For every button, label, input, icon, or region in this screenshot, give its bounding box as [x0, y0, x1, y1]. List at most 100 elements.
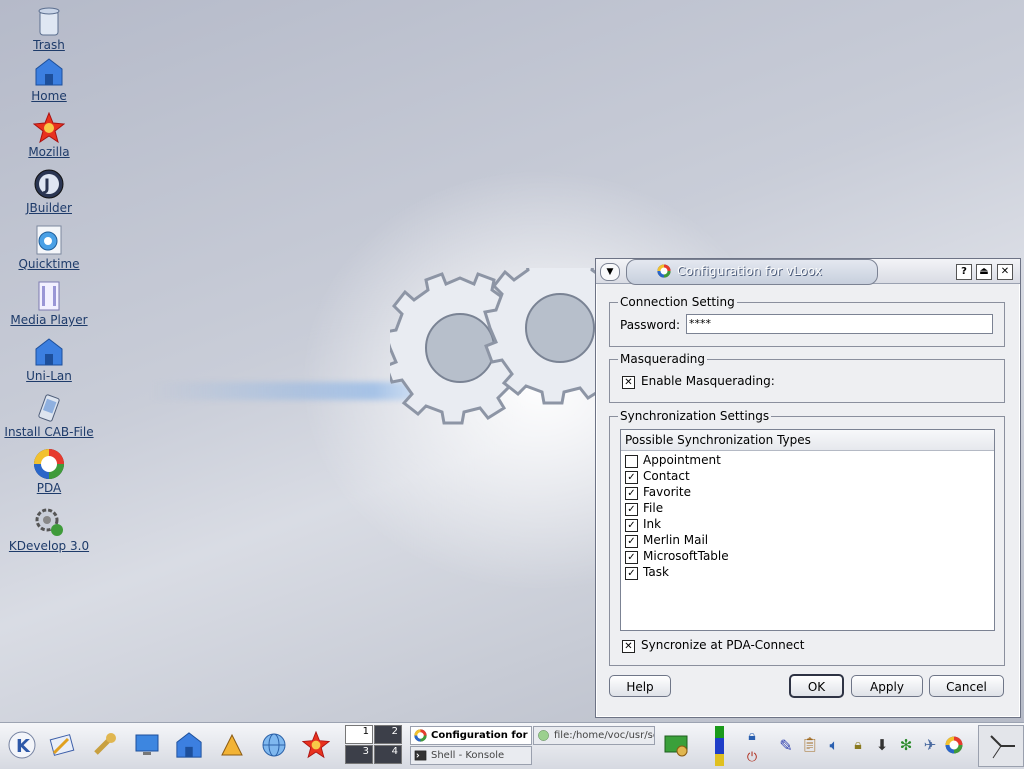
- launcher-browser[interactable]: [258, 729, 290, 761]
- download-icon: ⬇: [875, 736, 889, 754]
- enable-masquerading-checkbox[interactable]: ✕: [622, 376, 635, 389]
- desktop-icon-uni-lan[interactable]: Uni-Lan: [4, 335, 94, 383]
- wrench-icon: [94, 733, 116, 755]
- home-icon: [32, 55, 66, 89]
- sync-type-label: Merlin Mail: [643, 533, 709, 547]
- desktop-pager: 1 2 3 4: [345, 725, 403, 766]
- sync-type-checkbox[interactable]: ✓: [625, 535, 638, 548]
- connection-legend: Connection Setting: [618, 295, 737, 309]
- help-button[interactable]: Help: [609, 675, 671, 697]
- sync-type-checkbox[interactable]: ✓: [625, 503, 638, 516]
- pager-desktop-1[interactable]: 1: [345, 725, 373, 744]
- close-icon: ✕: [1000, 266, 1010, 277]
- sync-type-checkbox[interactable]: ✓: [625, 471, 638, 484]
- ok-button[interactable]: OK: [789, 674, 844, 698]
- install-cab-icon: [32, 391, 66, 425]
- globe-icon: [538, 730, 549, 741]
- launcher-office[interactable]: [216, 729, 248, 761]
- launcher-display[interactable]: [131, 729, 163, 761]
- password-label: Password:: [620, 318, 681, 332]
- desktop-icon-pda[interactable]: PDA: [4, 447, 94, 495]
- sync-on-connect-checkbox[interactable]: ✕: [622, 640, 635, 653]
- help-title-button[interactable]: ?: [956, 264, 972, 280]
- analog-clock[interactable]: [978, 725, 1024, 767]
- tray-download[interactable]: ⬇: [872, 735, 892, 755]
- window-menu-button[interactable]: ▼: [600, 263, 620, 281]
- editor-icon: [49, 734, 75, 756]
- sync-type-checkbox[interactable]: ✓: [625, 551, 638, 564]
- eject-icon: ⏏: [979, 266, 989, 277]
- desktop-icon-quicktime[interactable]: Quicktime: [4, 223, 94, 271]
- desktop-icon-kdevelop[interactable]: KDevelop 3.0: [4, 505, 94, 553]
- launcher-control-center[interactable]: [88, 729, 120, 761]
- tray-satellite[interactable]: ✈: [920, 735, 940, 755]
- cancel-button[interactable]: Cancel: [929, 675, 1004, 697]
- wallpaper-gears: [390, 268, 600, 425]
- tray-vloox[interactable]: [944, 735, 964, 755]
- pen-icon: ✎: [779, 735, 793, 755]
- k-menu-button[interactable]: K: [6, 729, 38, 761]
- kdevelop-icon: [32, 505, 66, 539]
- clock-icon: [990, 735, 1015, 759]
- tray-volume[interactable]: 🔈︎: [824, 735, 844, 755]
- launcher-home[interactable]: [173, 729, 205, 761]
- system-monitor-bar[interactable]: [715, 726, 724, 766]
- sync-types-list[interactable]: Possible Synchronization Types Appointme…: [620, 429, 995, 631]
- dialog-titlebar[interactable]: ▼ Configuration for vLoox ? ⏏ ✕: [596, 259, 1020, 285]
- office-icon: [221, 733, 243, 756]
- home-icon: [176, 732, 202, 758]
- sync-type-checkbox[interactable]: [625, 455, 638, 468]
- chevron-down-icon: ▼: [606, 267, 614, 277]
- pager-desktop-2[interactable]: 2: [374, 725, 402, 744]
- shade-button[interactable]: ⏏: [976, 264, 992, 280]
- desktop-icon-jbuilder[interactable]: J JBuilder: [4, 167, 94, 215]
- launcher-mozilla[interactable]: [300, 729, 332, 761]
- mozilla-icon: [32, 111, 66, 145]
- apply-button[interactable]: Apply: [851, 675, 923, 697]
- desktop-icon-trash[interactable]: Trash: [4, 4, 94, 52]
- desktop-icon-install-cab[interactable]: Install CAB-File: [4, 391, 94, 439]
- list-header[interactable]: Possible Synchronization Types: [621, 430, 994, 451]
- desktop-icon-label: Uni-Lan: [26, 369, 72, 383]
- lock-icon: 🔒︎: [748, 728, 756, 744]
- sync-type-label: MicrosoftTable: [643, 549, 729, 563]
- clipboard-icon: 📋︎: [801, 737, 819, 753]
- enable-masquerading-label: Enable Masquerading:: [641, 374, 775, 388]
- pager-desktop-4[interactable]: 4: [374, 745, 402, 764]
- network-icon: ✻: [899, 736, 913, 754]
- desktop-icon-home[interactable]: Home: [4, 55, 94, 103]
- pda-icon: [32, 447, 66, 481]
- desktop-icon-media-player[interactable]: Media Player: [4, 279, 94, 327]
- sync-legend: Synchronization Settings: [618, 409, 772, 423]
- sync-type-checkbox[interactable]: ✓: [625, 487, 638, 500]
- close-button[interactable]: ✕: [997, 264, 1013, 280]
- task-config-dialog[interactable]: Configuration for vLoox: [410, 726, 532, 745]
- k-menu-icon: K: [8, 731, 36, 759]
- tray-pen[interactable]: ✎: [776, 735, 796, 755]
- password-field[interactable]: ****: [686, 314, 993, 334]
- svg-text:J: J: [43, 175, 50, 194]
- launcher-editor[interactable]: [46, 729, 78, 761]
- trash-icon: [32, 4, 66, 38]
- desktop-icon-label: KDevelop 3.0: [8, 539, 90, 553]
- task-label: file:/home/voc/usr/sc: [554, 730, 655, 741]
- task-konsole[interactable]: Shell - Konsole: [410, 746, 532, 765]
- desktop-icon-label: PDA: [36, 481, 62, 495]
- sync-type-label: Appointment: [643, 453, 721, 467]
- desktop-preview-button[interactable]: [660, 729, 692, 761]
- task-label: Shell - Konsole: [431, 750, 505, 761]
- desktop-icon-label: Install CAB-File: [4, 425, 94, 439]
- sync-type-checkbox[interactable]: ✓: [625, 519, 638, 532]
- tray-network[interactable]: ✻: [896, 735, 916, 755]
- desktop-icon-label: Mozilla: [28, 145, 70, 159]
- power-icon: ⏻: [746, 749, 758, 765]
- tray-security[interactable]: 🔒︎: [848, 735, 868, 755]
- svg-text:K: K: [16, 736, 31, 757]
- tray-klipper[interactable]: 📋︎: [800, 735, 820, 755]
- sync-type-checkbox[interactable]: ✓: [625, 567, 638, 580]
- tray-lock[interactable]: 🔒︎: [742, 726, 762, 746]
- pager-desktop-3[interactable]: 3: [345, 745, 373, 764]
- task-file-browser[interactable]: file:/home/voc/usr/sc: [533, 726, 655, 745]
- desktop-icon-mozilla[interactable]: Mozilla: [4, 111, 94, 159]
- tray-logout[interactable]: ⏻: [742, 747, 762, 767]
